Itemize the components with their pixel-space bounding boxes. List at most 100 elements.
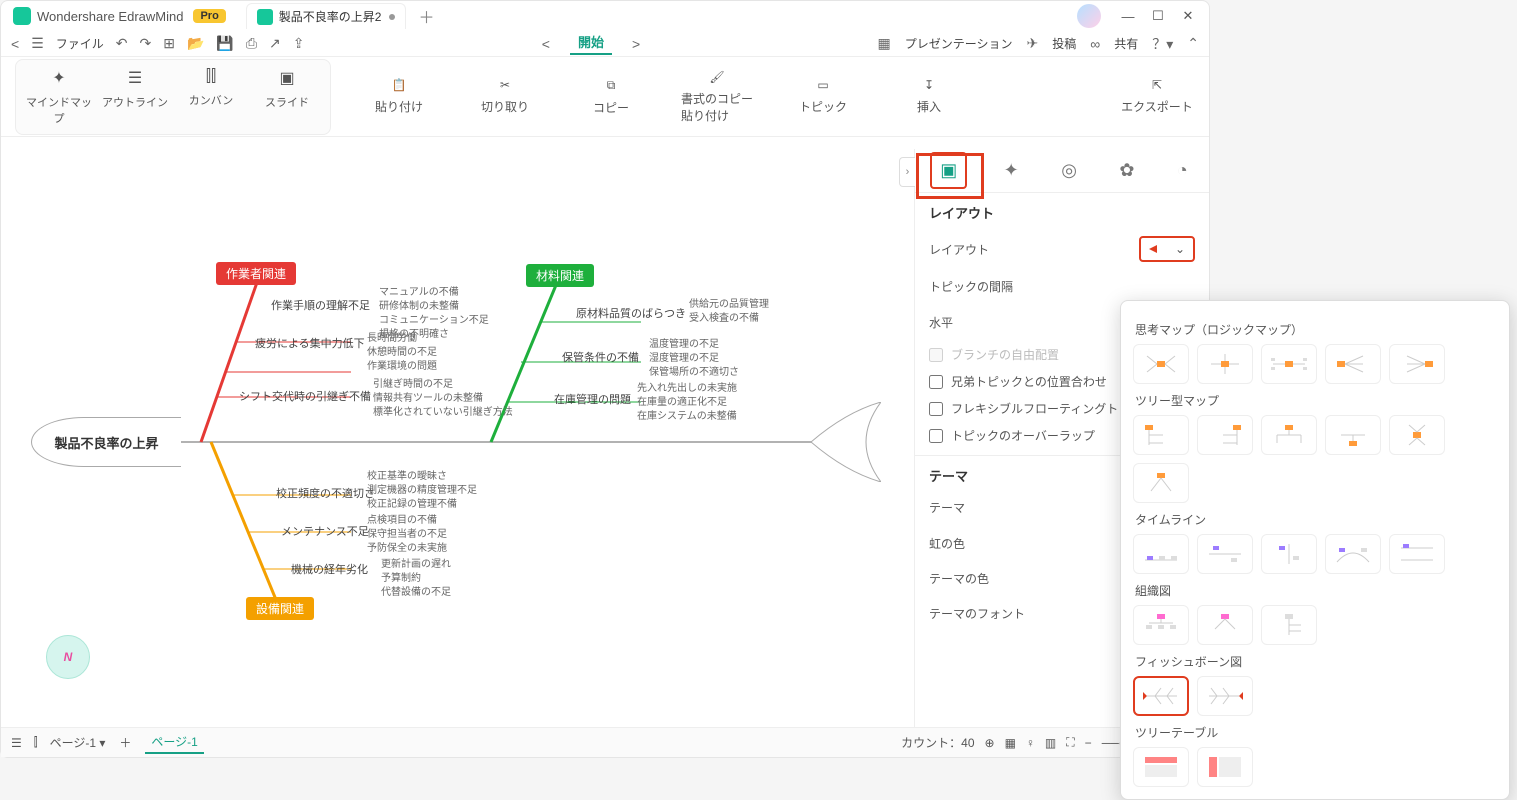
view-list-icon[interactable]: ☰ xyxy=(11,736,22,750)
redo-button[interactable]: ↷ xyxy=(140,35,152,52)
back-button[interactable]: < xyxy=(11,36,19,52)
topic-button[interactable]: ▭トピック xyxy=(785,78,861,115)
twig[interactable]: 在庫量の適正化不足 xyxy=(637,393,727,408)
bone-green-3[interactable]: 在庫管理の問題 xyxy=(554,391,631,407)
bone-red-2[interactable]: 疲労による集中力低下 xyxy=(255,335,365,351)
fish-root-topic[interactable]: 製品不良率の上昇 xyxy=(31,417,181,467)
twig[interactable]: 引継ぎ時間の不足 xyxy=(373,375,453,390)
twig[interactable]: 予防保全の未実施 xyxy=(367,539,447,554)
twig[interactable]: 湿度管理の不足 xyxy=(649,349,719,364)
layout-opt-tree-2[interactable] xyxy=(1197,415,1253,455)
layout-opt-tree-4[interactable] xyxy=(1325,415,1381,455)
paste-button[interactable]: 📋貼り付け xyxy=(361,78,437,115)
layout-opt-logic-both[interactable] xyxy=(1261,344,1317,384)
save-button[interactable]: 💾 xyxy=(216,35,233,52)
layout-opt-timeline-2[interactable] xyxy=(1197,534,1253,574)
layout-opt-treetable-1[interactable] xyxy=(1133,747,1189,787)
panel-collapse-button[interactable]: › xyxy=(899,157,915,187)
twig[interactable]: 測定機器の精度管理不足 xyxy=(367,481,477,496)
view-split-icon[interactable]: ⫿ xyxy=(34,735,38,750)
burger-menu-icon[interactable]: ☰ xyxy=(31,35,44,52)
bone-orange-2[interactable]: メンテナンス不足 xyxy=(281,523,369,539)
category-material[interactable]: 材料関連 xyxy=(526,264,594,287)
bone-green-2[interactable]: 保管条件の不備 xyxy=(562,349,639,365)
history-tab-icon[interactable]: ◔ xyxy=(1171,154,1194,187)
twig[interactable]: 点検項目の不備 xyxy=(367,511,437,526)
layout-opt-logic-left[interactable] xyxy=(1389,344,1445,384)
bone-orange-1[interactable]: 校正頻度の不適切さ xyxy=(276,485,375,501)
minimize-button[interactable]: — xyxy=(1113,9,1143,24)
export-quick-button[interactable]: ↗ xyxy=(269,35,281,52)
twig[interactable]: 更新計画の遅れ xyxy=(381,555,451,570)
layout-opt-timeline-5[interactable] xyxy=(1389,534,1445,574)
twig[interactable]: 長時間労働 xyxy=(367,329,417,344)
marker-tab-icon[interactable]: ◎ xyxy=(1055,154,1083,187)
twig[interactable]: 保守担当者の不足 xyxy=(367,525,447,540)
twig[interactable]: 在庫システムの未整備 xyxy=(637,407,737,422)
mindmap-view-button[interactable]: ✦マインドマップ xyxy=(26,68,92,126)
twig[interactable]: マニュアルの不備 xyxy=(379,283,459,298)
document-tab[interactable]: 製品不良率の上昇2 xyxy=(246,3,407,29)
help-button[interactable]: ？▾ xyxy=(1152,34,1173,54)
file-menu[interactable]: ファイル xyxy=(56,35,104,52)
next-page-button[interactable]: > xyxy=(632,36,640,52)
layout-tab-icon[interactable]: ▣ xyxy=(930,152,967,189)
twig[interactable]: 情報共有ツールの未整備 xyxy=(373,389,483,404)
assistant-bubble-button[interactable]: N xyxy=(46,635,90,679)
user-avatar[interactable] xyxy=(1077,4,1101,28)
category-worker[interactable]: 作業者関連 xyxy=(216,262,296,285)
twig[interactable]: 休憩時間の不足 xyxy=(367,343,437,358)
page-tab[interactable]: ページ-1 xyxy=(145,731,203,754)
open-button[interactable]: 📂 xyxy=(187,35,204,52)
twig[interactable]: 研修体制の未整備 xyxy=(379,297,459,312)
twig[interactable]: 受入検査の不備 xyxy=(689,309,759,324)
start-button[interactable]: 開始 xyxy=(570,32,612,55)
bone-red-1[interactable]: 作業手順の理解不足 xyxy=(271,297,370,313)
layout-opt-logic-radial[interactable] xyxy=(1133,344,1189,384)
twig[interactable]: 校正基準の曖昧さ xyxy=(367,467,447,482)
layout-opt-org-1[interactable] xyxy=(1133,605,1189,645)
twig[interactable]: 校正記録の管理不備 xyxy=(367,495,457,510)
close-button[interactable]: ✕ xyxy=(1173,8,1203,24)
layout-opt-timeline-1[interactable] xyxy=(1133,534,1189,574)
presentation-button[interactable]: プレゼンテーション xyxy=(905,35,1013,52)
clipart-tab-icon[interactable]: ✿ xyxy=(1113,154,1140,187)
layout-opt-tree-6[interactable] xyxy=(1133,463,1189,503)
twig[interactable]: 予算制約 xyxy=(381,569,421,584)
new-tab-button[interactable]: ＋ xyxy=(418,4,434,28)
layout-opt-timeline-4[interactable] xyxy=(1325,534,1381,574)
print-button[interactable]: ⎙ xyxy=(246,35,257,52)
twig[interactable]: 保管場所の不適切さ xyxy=(649,363,739,378)
twig[interactable]: 代替設備の不足 xyxy=(381,583,451,598)
zoom-out-button[interactable]: − xyxy=(1085,736,1092,750)
layout-opt-org-2[interactable] xyxy=(1197,605,1253,645)
prev-page-button[interactable]: < xyxy=(542,36,550,52)
center-icon[interactable]: ▦ xyxy=(1005,736,1016,750)
layout-opt-fishbone-right[interactable] xyxy=(1197,676,1253,716)
layout-opt-treetable-2[interactable] xyxy=(1197,747,1253,787)
layout-opt-logic-right[interactable] xyxy=(1325,344,1381,384)
copy-button[interactable]: ⧉コピー xyxy=(573,78,649,116)
export-button[interactable]: ⇱エクスポート xyxy=(1119,78,1195,115)
layout-dropdown[interactable]: ⌄ xyxy=(1139,236,1195,262)
twig[interactable]: コミュニケーション不足 xyxy=(379,311,489,326)
bone-red-3[interactable]: シフト交代時の引継ぎ不備 xyxy=(239,388,371,404)
format-paint-button[interactable]: 🖌書式のコピー 貼り付け xyxy=(679,70,755,124)
add-page-button[interactable]: ＋ xyxy=(119,734,131,751)
layout-opt-tree-1[interactable] xyxy=(1133,415,1189,455)
new-button[interactable]: ⊞ xyxy=(163,35,175,52)
share-button[interactable]: 共有 xyxy=(1114,35,1138,52)
style-tab-icon[interactable]: ✦ xyxy=(998,154,1025,187)
figure-icon[interactable]: ♀ xyxy=(1026,736,1035,750)
undo-button[interactable]: ↶ xyxy=(116,35,128,52)
layout-opt-fishbone-left[interactable] xyxy=(1133,676,1189,716)
layout-opt-logic-balanced[interactable] xyxy=(1197,344,1253,384)
grid-icon[interactable]: ▥ xyxy=(1045,736,1056,750)
slide-view-button[interactable]: ▣スライド xyxy=(254,68,320,126)
category-equipment[interactable]: 設備関連 xyxy=(246,597,314,620)
layout-opt-tree-5[interactable] xyxy=(1389,415,1445,455)
kanban-view-button[interactable]: ⫿⫿カンバン xyxy=(178,68,244,126)
outline-view-button[interactable]: ☰アウトライン xyxy=(102,68,168,126)
layout-opt-timeline-3[interactable] xyxy=(1261,534,1317,574)
layout-opt-org-3[interactable] xyxy=(1261,605,1317,645)
